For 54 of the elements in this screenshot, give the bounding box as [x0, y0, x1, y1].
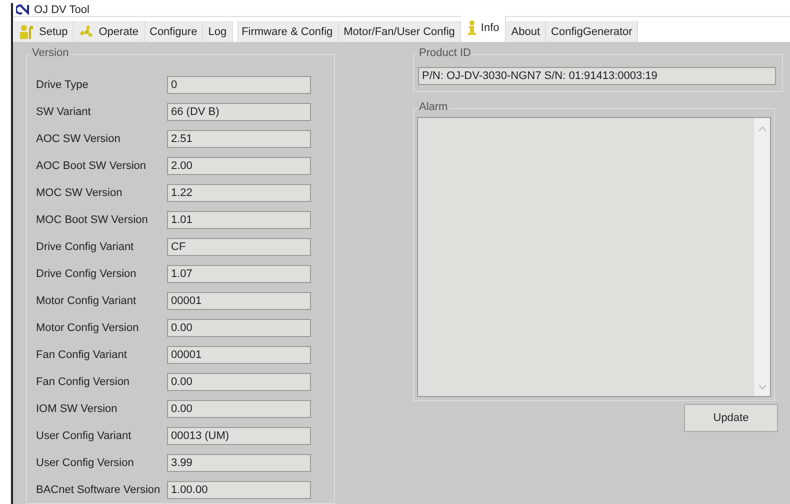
- scrollbar[interactable]: [754, 118, 770, 396]
- read-only-field[interactable]: 2.51: [167, 130, 311, 148]
- field-label: SW Variant: [36, 106, 92, 118]
- group-title: Version: [30, 47, 71, 59]
- group-title: Alarm: [417, 101, 450, 113]
- read-only-field[interactable]: 0.00: [167, 400, 311, 418]
- field-label: Fan Config Version: [36, 376, 131, 388]
- read-only-field[interactable]: 00013 (UM): [167, 426, 311, 444]
- read-only-field[interactable]: 1.07: [167, 264, 311, 282]
- field-label: Motor Config Version: [36, 322, 140, 334]
- read-only-field[interactable]: 0.00: [167, 318, 311, 336]
- field-label: AOC Boot SW Version: [36, 160, 148, 172]
- tab[interactable]: Configure: [144, 21, 204, 42]
- field-label: User Config Variant: [36, 430, 132, 442]
- read-only-field[interactable]: 66 (DV B): [167, 102, 311, 120]
- window-title: OJ DV Tool: [34, 4, 90, 16]
- read-only-field[interactable]: CF: [167, 238, 311, 256]
- tab[interactable]: Info: [460, 16, 506, 42]
- group-title: Product ID: [417, 47, 473, 59]
- tab[interactable]: About: [506, 21, 546, 42]
- read-only-field[interactable]: 1.22: [167, 184, 311, 202]
- logo-icon: [16, 4, 30, 15]
- read-only-field[interactable]: 3.99: [167, 454, 311, 472]
- info-icon: [466, 20, 477, 36]
- field-label: AOC SW Version: [36, 132, 122, 144]
- field-label: MOC Boot SW Version: [36, 214, 149, 226]
- field-label: BACnet Software Version: [36, 484, 162, 496]
- read-only-field[interactable]: 2.00: [167, 156, 311, 174]
- read-only-field[interactable]: 1.01: [167, 210, 311, 228]
- field-label: Drive Config Variant: [36, 240, 135, 252]
- read-only-field[interactable]: 0.00: [167, 372, 311, 390]
- scroll-down-icon[interactable]: [758, 384, 766, 390]
- scroll-up-icon[interactable]: [758, 126, 766, 132]
- read-only-field[interactable]: 1.00.00: [167, 480, 311, 498]
- field-label: Drive Config Version: [36, 268, 138, 280]
- read-only-field[interactable]: P/N: OJ-DV-3030-NGN7 S/N: 01:91413:0003:19: [418, 67, 776, 85]
- field-label: IOM SW Version: [36, 402, 118, 414]
- tab[interactable]: Log: [203, 21, 233, 42]
- tab[interactable]: Setup: [14, 21, 74, 42]
- update-button[interactable]: Update: [684, 404, 778, 432]
- read-only-field[interactable]: 00001: [167, 346, 311, 364]
- field-label: MOC SW Version: [36, 186, 124, 198]
- tab[interactable]: Operate: [74, 21, 144, 42]
- read-only-field[interactable]: 0: [167, 76, 311, 94]
- field-label: Motor Config Variant: [36, 294, 138, 306]
- tab[interactable]: Motor/Fan/User Config: [338, 21, 461, 42]
- tab[interactable]: Firmware & Config: [236, 21, 339, 42]
- tab[interactable]: ConfigGenerator: [546, 21, 638, 42]
- read-only-field[interactable]: 00001: [167, 292, 311, 310]
- field-label: Drive Type: [36, 78, 90, 90]
- field-label: User Config Version: [36, 456, 135, 468]
- field-label: Fan Config Variant: [36, 348, 128, 360]
- fan-icon: [78, 24, 95, 40]
- person-wrench-icon: [19, 24, 35, 40]
